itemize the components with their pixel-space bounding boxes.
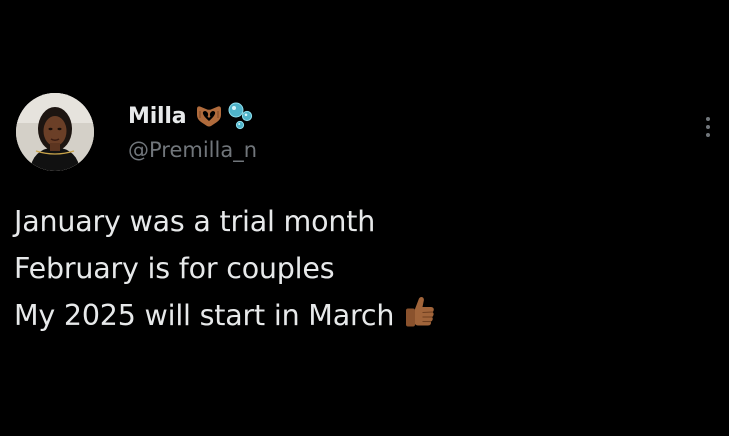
- avatar[interactable]: [16, 93, 94, 171]
- display-name[interactable]: Milla: [128, 104, 187, 129]
- more-dot-icon: [706, 133, 710, 137]
- tweet-line-3-wrapper: My 2025 will start in March: [14, 292, 438, 339]
- tweet-line-2: February is for couples: [14, 252, 335, 285]
- heart-hands-icon: [197, 106, 222, 127]
- author-name-row: Milla: [128, 100, 256, 132]
- tweet-line-3: My 2025 will start in March: [14, 299, 395, 332]
- author-handle[interactable]: @Premilla_n: [128, 138, 257, 162]
- more-options-button[interactable]: [696, 110, 720, 144]
- bubbles-icon: [228, 102, 253, 130]
- tweet-text: January was a trial month February is fo…: [14, 198, 438, 339]
- thumbs-up-icon: [406, 296, 434, 327]
- tweet-line-1: January was a trial month: [14, 205, 376, 238]
- more-dot-icon: [706, 125, 710, 129]
- more-dot-icon: [706, 117, 710, 121]
- avatar-photo: [16, 93, 94, 171]
